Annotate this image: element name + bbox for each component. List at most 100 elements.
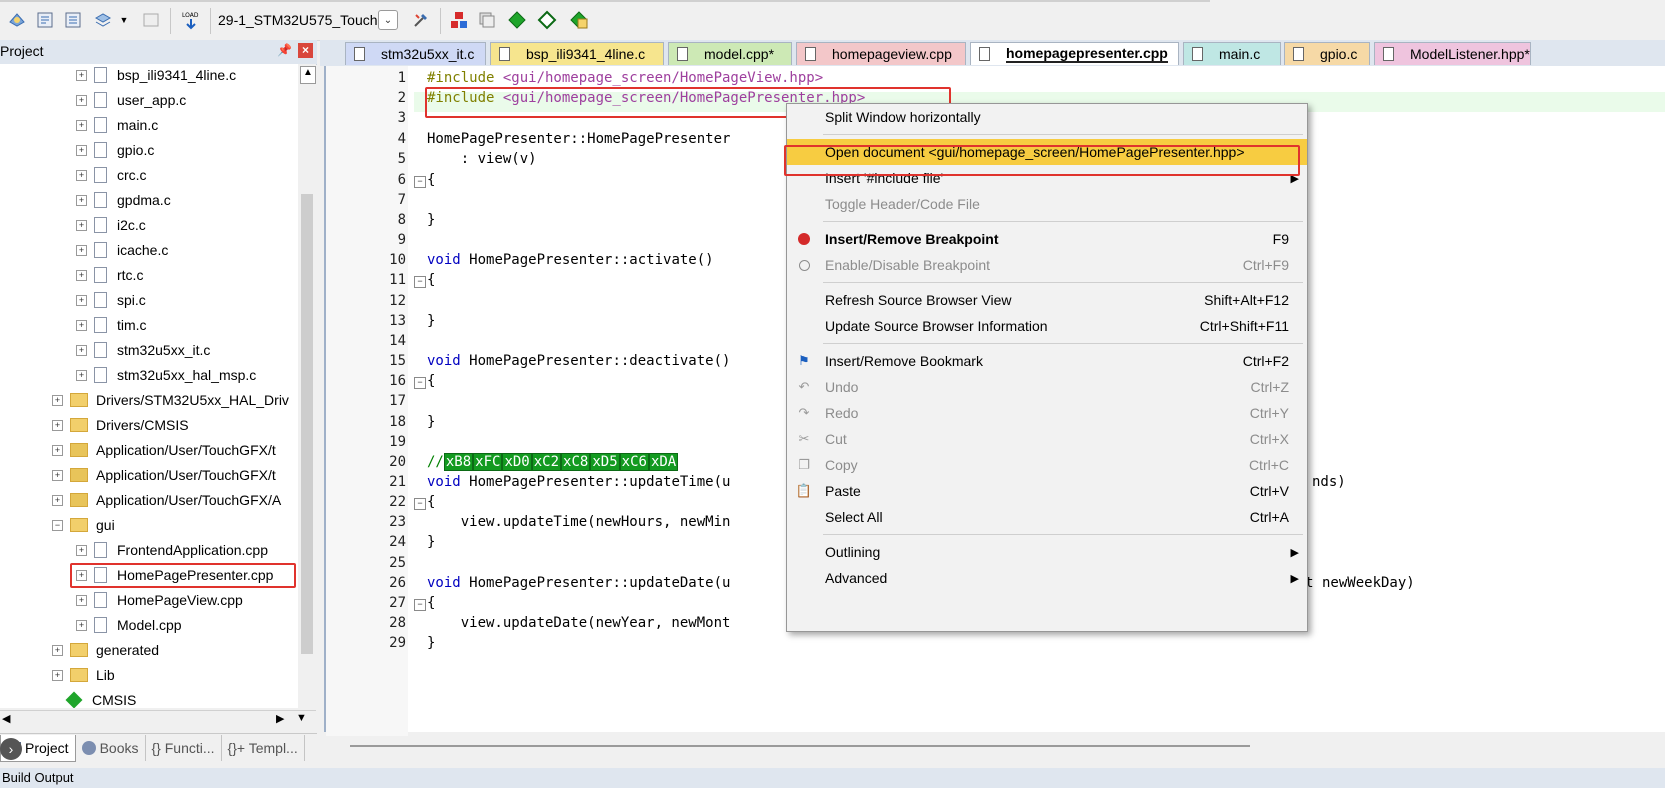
tree-item[interactable]: + Application/User/TouchGFX/A [52,489,281,511]
expand-icon[interactable]: + [76,144,87,156]
expand-icon[interactable]: + [76,69,87,81]
fold-toggle-icon[interactable]: − [414,276,426,288]
expand-icon[interactable]: + [76,594,87,606]
expand-icon[interactable]: + [52,444,63,456]
tree-item[interactable]: + user_app.c [76,89,186,111]
tree-item[interactable]: CMSIS [64,689,136,708]
editor-tab[interactable]: main.c [1183,42,1281,65]
scroll-up-icon[interactable]: ▲ [300,66,316,84]
tree-item[interactable]: + Lib [52,664,115,686]
tree-item[interactable]: + tim.c [76,314,147,336]
tab-templates[interactable]: {}+ Templ... [222,735,305,761]
tree-item[interactable]: + stm32u5xx_it.c [76,339,210,361]
tree-item[interactable]: + spi.c [76,289,146,311]
pack-installer-icon[interactable] [506,9,528,31]
batch-build-icon[interactable] [92,9,114,31]
expand-icon[interactable]: + [52,419,63,431]
rebuild-icon[interactable] [62,9,84,31]
target-select[interactable]: 29-1_STM32U575_TouchG ⌄ [218,8,402,32]
tree-item[interactable]: + main.c [76,114,158,136]
context-menu-item[interactable]: Advanced ▶ [787,565,1307,591]
fold-toggle-icon[interactable]: − [414,599,426,611]
fold-toggle-icon[interactable]: − [414,176,426,188]
tree-item[interactable]: + HomePageView.cpp [76,589,243,611]
tree-item[interactable]: + bsp_ili9341_4line.c [76,64,236,86]
select-packs-icon[interactable] [476,9,498,31]
expand-icon[interactable]: + [76,94,87,106]
expand-icon[interactable]: + [52,394,63,406]
editor-tab[interactable]: gpio.c [1284,42,1370,65]
close-icon[interactable]: × [298,43,313,58]
chevron-down-icon[interactable]: ▼ [296,712,307,724]
expand-icon[interactable]: + [76,369,87,381]
tree-item[interactable]: + Application/User/TouchGFX/t [52,464,276,486]
tree-item[interactable]: + Drivers/CMSIS [52,414,189,436]
manage-components-icon[interactable] [448,9,470,31]
tab-functions[interactable]: {} Functi... [146,735,222,761]
tree-item[interactable]: + stm32u5xx_hal_msp.c [76,364,256,386]
run-icon[interactable] [536,9,558,31]
pin-icon[interactable]: 📌 [277,43,292,57]
translate-icon[interactable] [6,9,28,31]
dropdown-arrow-icon[interactable]: ▼ [118,9,130,31]
expand-icon[interactable]: + [52,469,63,481]
options-icon[interactable] [410,9,432,31]
tree-item[interactable]: + gpdma.c [76,189,171,211]
expand-icon[interactable]: + [76,269,87,281]
editor-tab[interactable]: homepageview.cpp [796,42,966,65]
tree-item[interactable]: + i2c.c [76,214,146,236]
context-menu-item[interactable]: Select All Ctrl+A [787,504,1307,530]
tree-item[interactable]: + Drivers/STM32U5xx_HAL_Driv [52,389,289,411]
context-menu-item[interactable]: Update Source Browser Information Ctrl+Sh… [787,313,1307,339]
project-tree-scrollbar[interactable]: ▲ [298,64,316,708]
expand-icon[interactable]: + [76,119,87,131]
editor-tab[interactable]: homepagepresenter.cpp [970,42,1179,65]
expand-icon[interactable]: + [76,169,87,181]
tree-item[interactable]: − gui [52,514,115,536]
tree-item[interactable]: + Model.cpp [76,614,182,636]
editor-tab[interactable]: bsp_ili9341_4line.c [490,42,664,65]
fold-toggle-icon[interactable]: − [414,498,426,510]
project-tree-hscrollbar[interactable]: ◀ ▶ ▼ [0,710,316,729]
editor-hscrollbar[interactable] [350,745,1250,747]
context-menu-item[interactable]: Outlining ▶ [787,539,1307,565]
scroll-right-icon[interactable]: ▶ [276,712,284,725]
expand-icon[interactable]: + [76,294,87,306]
tab-books[interactable]: Books [76,735,146,761]
expand-icon[interactable]: + [76,219,87,231]
context-menu-item[interactable]: 📋 Paste Ctrl+V [787,478,1307,504]
chevron-down-icon[interactable]: ⌄ [378,10,398,30]
expand-icon[interactable]: + [76,619,87,631]
context-menu-item[interactable]: ⚑ Insert/Remove Bookmark Ctrl+F2 [787,348,1307,374]
load-icon[interactable]: LOAD [180,9,202,31]
context-menu-item[interactable]: Refresh Source Browser View Shift+Alt+F12 [787,287,1307,313]
tree-item[interactable]: + Application/User/TouchGFX/t [52,439,276,461]
scrollbar-thumb[interactable] [301,194,313,654]
expand-icon[interactable]: + [52,669,63,681]
fold-toggle-icon[interactable]: − [414,377,426,389]
build-icon[interactable] [34,9,56,31]
tree-item[interactable]: + rtc.c [76,264,143,286]
tree-item[interactable]: + crc.c [76,164,147,186]
tree-item[interactable]: + FrontendApplication.cpp [76,539,268,561]
editor-tab[interactable]: stm32u5xx_it.c [345,42,486,65]
tree-item[interactable]: + icache.c [76,239,168,261]
expand-icon[interactable]: + [52,644,63,656]
editor-tab[interactable]: ModelListener.hpp* [1374,42,1531,65]
overlay-chevron-icon[interactable]: › [0,738,22,760]
context-menu-item[interactable]: Split Window horizontally [787,104,1307,130]
editor-tab[interactable]: model.cpp* [668,42,792,65]
pack-update-icon[interactable] [568,9,590,31]
expand-icon[interactable]: + [76,319,87,331]
expand-icon[interactable]: + [76,544,87,556]
tree-item[interactable]: + gpio.c [76,139,154,161]
context-menu-item[interactable]: Insert/Remove Breakpoint F9 [787,226,1307,252]
expand-icon[interactable]: + [76,194,87,206]
menu-item-label: Insert/Remove Bookmark [825,353,983,369]
expand-icon[interactable]: + [76,244,87,256]
expand-icon[interactable]: + [76,344,87,356]
tree-item[interactable]: + generated [52,639,159,661]
expand-icon[interactable]: + [52,494,63,506]
collapse-icon[interactable]: − [52,519,63,531]
scroll-left-icon[interactable]: ◀ [2,712,10,725]
